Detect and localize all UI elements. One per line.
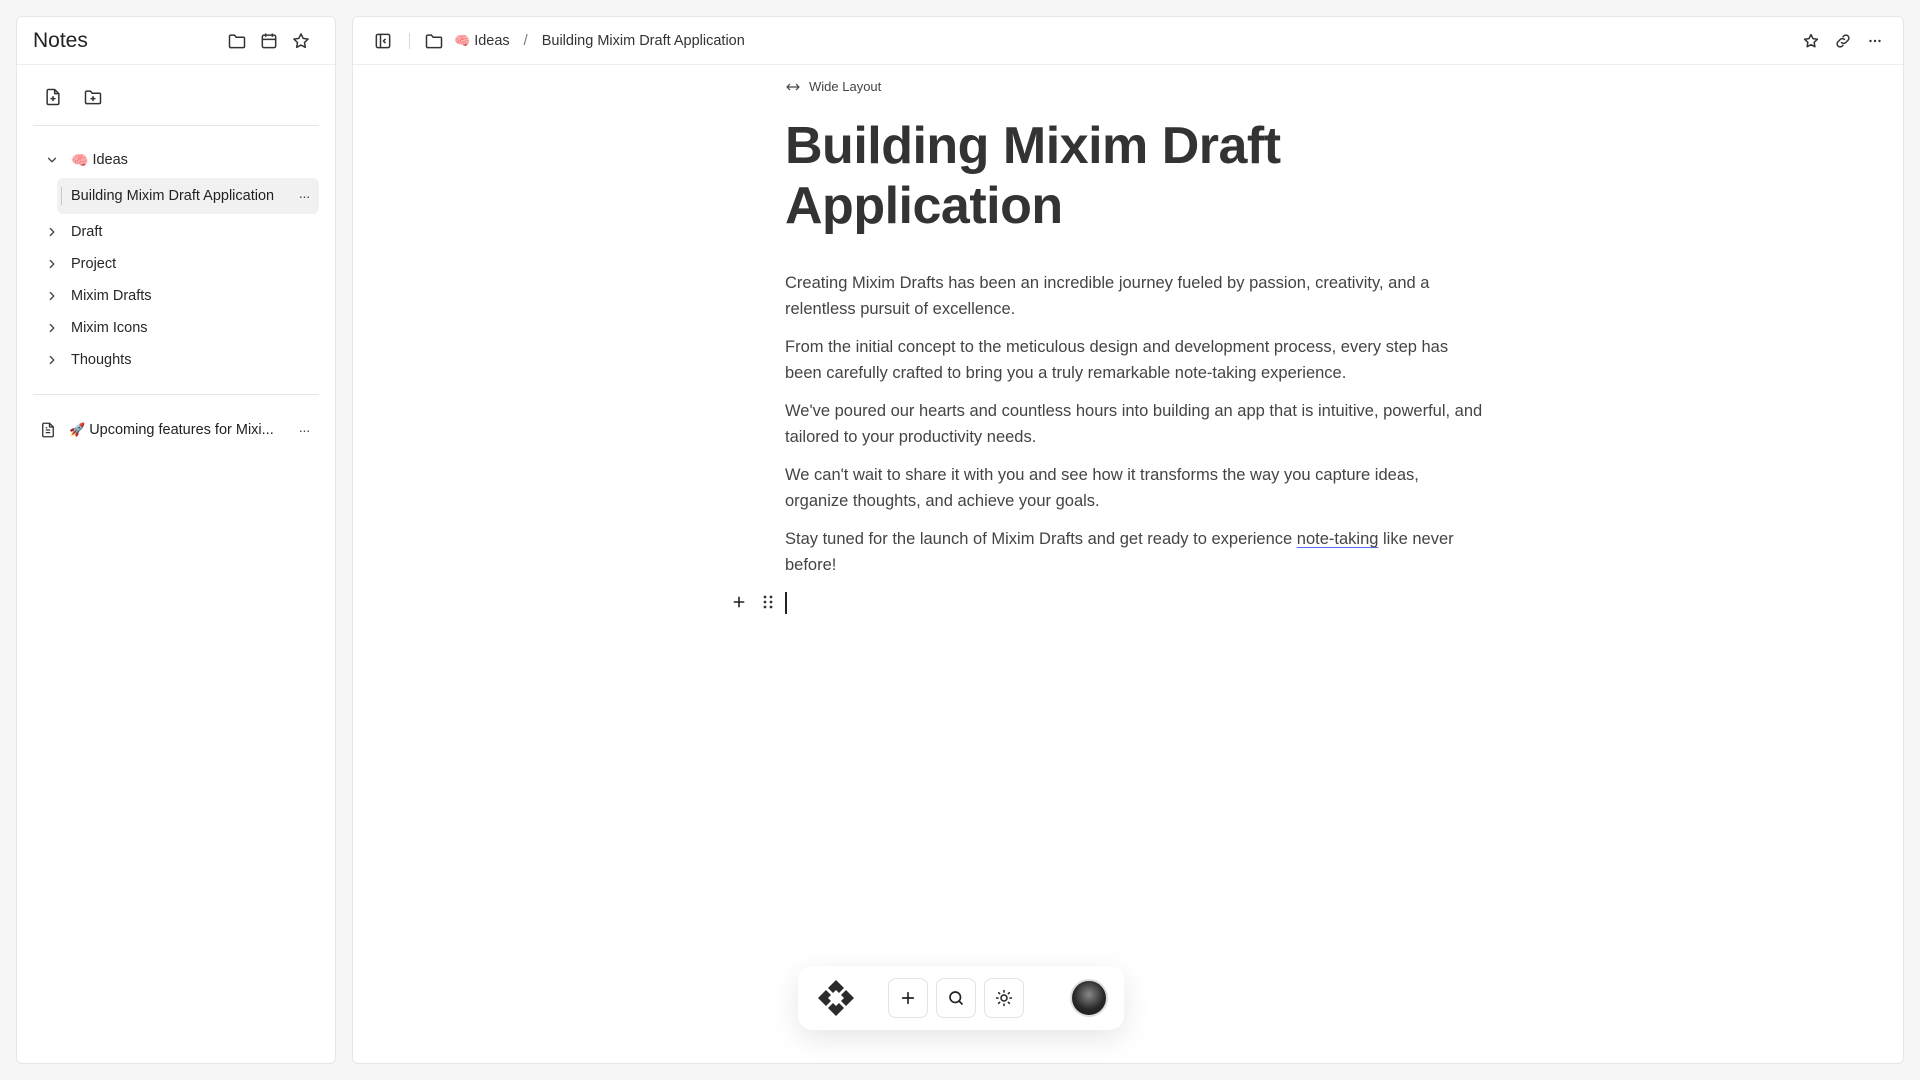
- sidebar-item-mixim-drafts[interactable]: Mixim Drafts: [33, 280, 319, 312]
- folder-icon[interactable]: [424, 31, 444, 51]
- star-icon[interactable]: [1795, 25, 1827, 57]
- sidebar-item-upcoming-features[interactable]: 🚀 Upcoming features for Mixi... ···: [33, 413, 319, 447]
- document-icon: [39, 421, 61, 439]
- more-options-icon[interactable]: ···: [289, 188, 319, 204]
- paragraph[interactable]: Creating Mixim Drafts has been an incred…: [785, 270, 1485, 322]
- sidebar-item-label: Draft: [71, 224, 103, 240]
- chevron-right-icon[interactable]: [41, 289, 63, 303]
- breadcrumb-folder-link[interactable]: Ideas: [474, 33, 509, 49]
- sidebar: Notes 🧠 Ideas Building Mixim Draft Appli…: [16, 16, 336, 1064]
- wide-layout-label: Wide Layout: [809, 79, 882, 94]
- bottom-dock: [798, 966, 1124, 1030]
- chevron-down-icon[interactable]: [41, 153, 63, 167]
- sidebar-header: Notes: [17, 17, 335, 65]
- sidebar-item-label: Ideas: [92, 152, 128, 168]
- collapse-sidebar-icon[interactable]: [367, 25, 399, 57]
- divider: [409, 32, 410, 49]
- chevron-right-icon[interactable]: [41, 321, 63, 335]
- rocket-emoji-icon: 🚀: [69, 422, 86, 437]
- avatar[interactable]: [1070, 979, 1108, 1017]
- add-button[interactable]: [888, 978, 928, 1018]
- star-icon[interactable]: [285, 25, 317, 57]
- header-actions: [1795, 25, 1891, 57]
- paragraph[interactable]: We've poured our hearts and countless ho…: [785, 398, 1485, 450]
- sidebar-item-thoughts[interactable]: Thoughts: [33, 344, 319, 376]
- sidebar-item-label: Upcoming features for Mixi...: [89, 422, 274, 438]
- app-logo-icon[interactable]: [814, 976, 858, 1020]
- sidebar-item-project[interactable]: Project: [33, 248, 319, 280]
- divider: [33, 394, 319, 395]
- paragraph[interactable]: From the initial concept to the meticulo…: [785, 334, 1485, 386]
- spellcheck-word[interactable]: note-taking: [1297, 530, 1379, 548]
- theme-toggle-button[interactable]: [984, 978, 1024, 1018]
- sidebar-item-label: Thoughts: [71, 352, 132, 368]
- breadcrumb: 🧠 Ideas / Building Mixim Draft Applicati…: [424, 31, 745, 51]
- add-block-icon[interactable]: [731, 594, 747, 610]
- sidebar-title: Notes: [33, 28, 88, 52]
- sidebar-item-label: Project: [71, 256, 117, 272]
- sidebar-item-label: Mixim Drafts: [71, 288, 152, 304]
- calendar-icon[interactable]: [253, 25, 285, 57]
- drag-handle-icon[interactable]: [761, 594, 775, 610]
- chevron-right-icon[interactable]: [41, 225, 63, 239]
- editor-panel: 🧠 Ideas / Building Mixim Draft Applicati…: [352, 16, 1904, 1064]
- more-options-icon[interactable]: ···: [289, 422, 319, 438]
- new-note-icon[interactable]: [37, 81, 69, 113]
- breadcrumb-separator: /: [523, 32, 528, 49]
- empty-block[interactable]: [733, 586, 1485, 624]
- wide-layout-toggle[interactable]: Wide Layout: [785, 79, 1485, 94]
- paragraph[interactable]: We can't wait to share it with you and s…: [785, 462, 1485, 514]
- chevron-right-icon[interactable]: [41, 257, 63, 271]
- brain-emoji-icon: 🧠: [454, 32, 471, 48]
- sidebar-item-label: Mixim Icons: [71, 320, 148, 336]
- sidebar-toolbar: [17, 65, 335, 113]
- more-options-icon[interactable]: [1859, 25, 1891, 57]
- sidebar-item-mixim-icons[interactable]: Mixim Icons: [33, 312, 319, 344]
- page-title[interactable]: Building Mixim Draft Application: [785, 116, 1485, 236]
- link-icon[interactable]: [1827, 25, 1859, 57]
- paragraph-text: Stay tuned for the launch of Mixim Draft…: [785, 530, 1297, 548]
- arrows-horizontal-icon: [785, 81, 801, 93]
- chevron-right-icon[interactable]: [41, 353, 63, 367]
- breadcrumb-page: Building Mixim Draft Application: [541, 32, 745, 49]
- brain-emoji-icon: 🧠: [71, 151, 89, 168]
- folder-icon[interactable]: [221, 25, 253, 57]
- document-body: Wide Layout Building Mixim Draft Applica…: [733, 79, 1485, 624]
- folder-tree: 🧠 Ideas Building Mixim Draft Application…: [17, 126, 335, 376]
- sidebar-item-building-mixim[interactable]: Building Mixim Draft Application ···: [57, 178, 319, 214]
- editor-header: 🧠 Ideas / Building Mixim Draft Applicati…: [353, 17, 1903, 65]
- sidebar-item-draft[interactable]: Draft: [33, 216, 319, 248]
- text-cursor: [785, 592, 787, 614]
- paragraph[interactable]: Stay tuned for the launch of Mixim Draft…: [785, 526, 1485, 578]
- new-folder-icon[interactable]: [77, 81, 109, 113]
- search-button[interactable]: [936, 978, 976, 1018]
- sidebar-item-label: Building Mixim Draft Application: [71, 188, 275, 204]
- sidebar-item-ideas[interactable]: 🧠 Ideas: [33, 144, 319, 176]
